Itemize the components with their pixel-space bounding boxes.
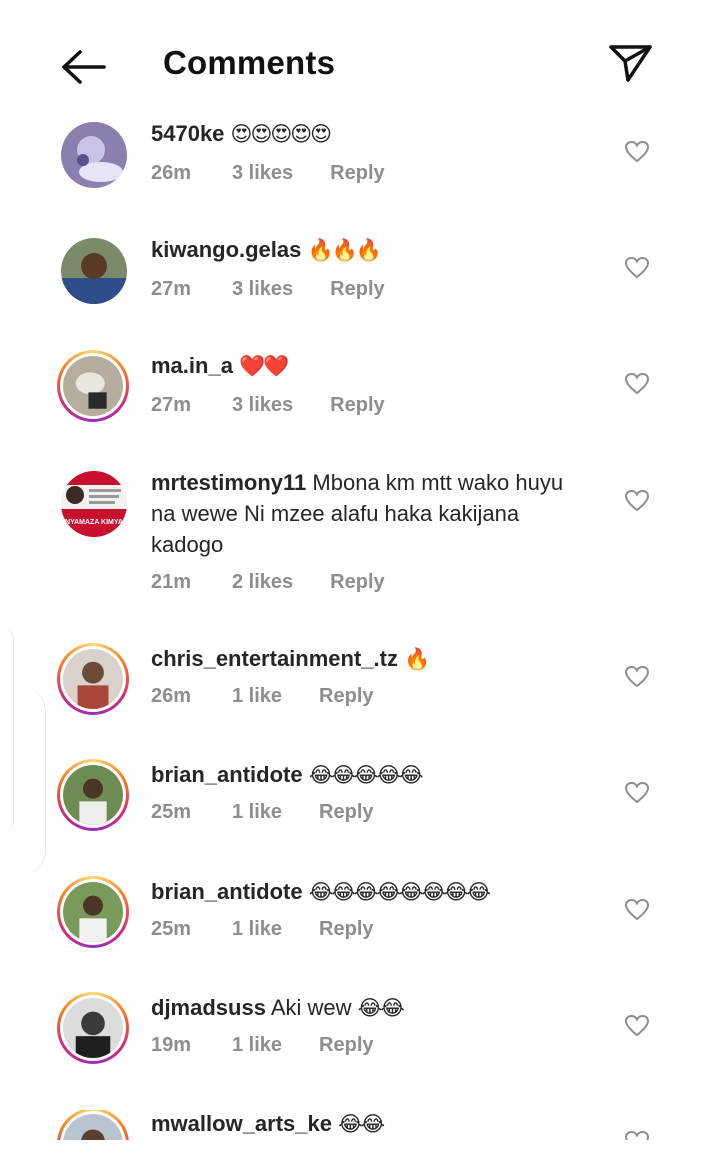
- reply-button[interactable]: Reply: [319, 918, 373, 941]
- comment-username[interactable]: kiwango.gelas: [151, 237, 301, 262]
- comment-emoji: 🔥🔥🔥: [307, 238, 382, 262]
- heart-icon[interactable]: [624, 898, 650, 922]
- comment-text: ma.in_a ❤️❤️: [151, 350, 591, 382]
- comment-emoji: 😍😍😍😍😍: [230, 122, 332, 146]
- avatar[interactable]: [57, 643, 129, 715]
- comment-time: 26m: [151, 162, 192, 184]
- share-button[interactable]: [606, 42, 654, 84]
- comment-text: brian_antidote 😂😂😂😂😂😂😂😂: [151, 876, 591, 908]
- arrow-left-icon: [62, 50, 106, 84]
- comment-body: Aki wew: [270, 995, 352, 1020]
- comment-emoji: 🔥: [404, 647, 430, 671]
- avatar-caption: NYAMAZA KIMYA: [65, 519, 123, 526]
- comment-item: kiwango.gelas 🔥🔥🔥 27m 3 likes Reply: [0, 236, 720, 351]
- comment-emoji: 😂😂😂😂😂: [308, 763, 424, 787]
- reply-button[interactable]: Reply: [330, 162, 384, 185]
- heart-icon[interactable]: [624, 1130, 650, 1140]
- comment-time: 27m: [151, 278, 192, 300]
- page-title: Comments: [163, 44, 336, 81]
- comment-item: ma.in_a ❤️❤️ 27m 3 likes Reply: [0, 350, 720, 467]
- comments-header: Comments: [0, 0, 720, 120]
- reply-button[interactable]: Reply: [319, 685, 373, 708]
- comment-meta: 25m 1 like Reply: [151, 918, 374, 941]
- heart-icon[interactable]: [624, 1014, 650, 1038]
- comment-emoji: 😂😂😂😂😂😂😂😂: [308, 880, 491, 904]
- heart-icon[interactable]: [624, 781, 650, 805]
- comment-username[interactable]: mrtestimony11: [151, 470, 306, 495]
- heart-icon[interactable]: [624, 372, 650, 396]
- reply-button[interactable]: Reply: [319, 1034, 373, 1057]
- comment-likes[interactable]: 1 like: [232, 685, 282, 708]
- comment-time: 19m: [151, 1034, 192, 1056]
- comment-time: 27m: [151, 394, 192, 416]
- comment-likes[interactable]: 1 like: [232, 918, 282, 941]
- comment-likes[interactable]: 1 like: [232, 1034, 282, 1057]
- comment-text: djmadsuss Aki wew 😂😂: [151, 992, 591, 1024]
- comment-item: djmadsuss Aki wew 😂😂 19m 1 like Reply: [0, 992, 720, 1109]
- comment-meta: 25m 1 like Reply: [151, 801, 374, 824]
- comment-text: chris_entertainment_.tz 🔥: [151, 643, 591, 675]
- heart-icon[interactable]: [624, 665, 650, 689]
- avatar[interactable]: NYAMAZA KIMYA: [61, 471, 127, 537]
- avatar[interactable]: [57, 876, 129, 948]
- comment-item: mwallow_arts_ke 😂😂: [0, 1110, 720, 1140]
- comment-username[interactable]: brian_antidote: [151, 762, 303, 787]
- comment-likes[interactable]: 3 likes: [232, 162, 293, 185]
- comment-meta: 26m 3 likes Reply: [151, 162, 385, 185]
- comment-time: 21m: [151, 571, 192, 593]
- comment-item: 5470ke 😍😍😍😍😍 26m 3 likes Reply: [0, 120, 720, 235]
- avatar[interactable]: [57, 759, 129, 831]
- comment-text: mrtestimony11 Mbona km mtt wako huyu na …: [151, 467, 591, 560]
- comment-username[interactable]: 5470ke: [151, 121, 224, 146]
- reply-button[interactable]: Reply: [330, 394, 384, 417]
- avatar[interactable]: [61, 122, 127, 188]
- comment-item: chris_entertainment_.tz 🔥 26m 1 like Rep…: [0, 643, 720, 760]
- heart-icon[interactable]: [624, 256, 650, 280]
- comment-emoji: 😂😂: [357, 996, 405, 1020]
- comment-meta: 26m 1 like Reply: [151, 685, 374, 708]
- avatar[interactable]: [57, 992, 129, 1064]
- paper-plane-icon: [609, 45, 652, 82]
- reply-button[interactable]: Reply: [330, 278, 384, 301]
- comment-emoji: 😂😂: [338, 1112, 385, 1136]
- comment-username[interactable]: brian_antidote: [151, 879, 303, 904]
- heart-icon[interactable]: [624, 489, 650, 513]
- comment-likes[interactable]: 3 likes: [232, 394, 293, 417]
- comment-item: brian_antidote 😂😂😂😂😂 25m 1 like Reply: [0, 759, 720, 876]
- avatar[interactable]: [61, 238, 127, 304]
- comment-meta: 27m 3 likes Reply: [151, 394, 385, 417]
- comment-meta: 19m 1 like Reply: [151, 1034, 374, 1057]
- comment-item: NYAMAZA KIMYA mrtestimony11 Mbona km mtt…: [0, 469, 720, 619]
- comment-likes[interactable]: 3 likes: [232, 278, 293, 301]
- heart-icon[interactable]: [624, 140, 650, 164]
- comment-username[interactable]: mwallow_arts_ke: [151, 1111, 332, 1136]
- avatar[interactable]: [57, 350, 129, 422]
- comment-item: brian_antidote 😂😂😂😂😂😂😂😂 25m 1 like Reply: [0, 876, 720, 993]
- comment-time: 25m: [151, 801, 192, 823]
- comment-meta: 27m 3 likes Reply: [151, 278, 385, 301]
- comment-text: 5470ke 😍😍😍😍😍: [151, 118, 591, 150]
- comment-text: kiwango.gelas 🔥🔥🔥: [151, 234, 591, 266]
- comment-meta: 21m 2 likes Reply: [151, 571, 385, 594]
- comment-likes[interactable]: 1 like: [232, 801, 282, 824]
- comment-username[interactable]: chris_entertainment_.tz: [151, 646, 398, 671]
- comment-time: 25m: [151, 918, 192, 940]
- comment-username[interactable]: ma.in_a: [151, 353, 233, 378]
- comment-username[interactable]: djmadsuss: [151, 995, 266, 1020]
- avatar[interactable]: [57, 1110, 129, 1140]
- reply-button[interactable]: Reply: [330, 571, 384, 594]
- back-button[interactable]: [58, 46, 108, 86]
- comment-text: mwallow_arts_ke 😂😂: [151, 1110, 591, 1140]
- comment-emoji: ❤️❤️: [239, 354, 289, 378]
- comment-time: 26m: [151, 685, 192, 707]
- comment-text: brian_antidote 😂😂😂😂😂: [151, 759, 591, 791]
- comment-likes[interactable]: 2 likes: [232, 571, 293, 594]
- reply-button[interactable]: Reply: [319, 801, 373, 824]
